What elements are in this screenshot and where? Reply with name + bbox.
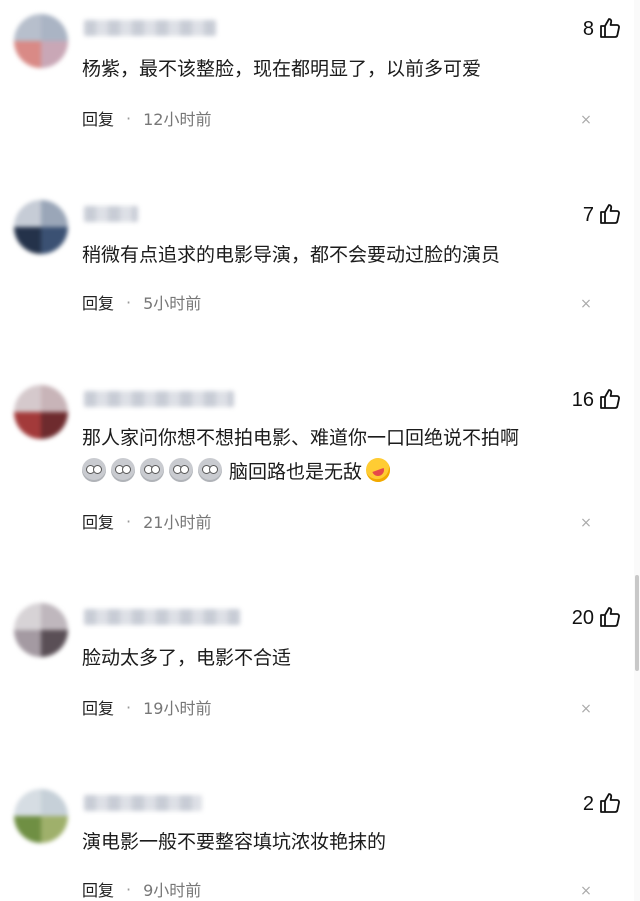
comment-meta: 回复 · 5小时前 [82,290,201,314]
close-icon[interactable]: × [578,701,594,717]
comment-text: 演电影一般不要整容填坑浓妆艳抹的 [82,831,387,853]
avatar[interactable] [14,200,68,254]
comment-meta: 回复 · 9小时前 [82,877,201,901]
username-blurred[interactable] [84,391,234,407]
comment-meta: 回复 · 12小时前 [82,106,211,130]
timestamp: 21小时前 [143,513,212,532]
timestamp: 5小时前 [143,294,202,313]
username-blurred[interactable] [84,795,202,811]
close-icon[interactable]: × [578,296,594,312]
separator: · [126,879,132,899]
avatar[interactable] [14,789,68,843]
close-icon[interactable]: × [578,112,594,128]
reply-button[interactable]: 回复 [82,290,114,314]
separator: · [126,108,132,128]
close-icon[interactable]: × [578,515,594,531]
reply-button[interactable]: 回复 [82,106,114,130]
laugh-cry-icon [362,454,394,486]
emoji-face-icon [140,458,164,482]
like-count: 8 [582,18,594,40]
separator: · [126,511,132,531]
username-blurred[interactable] [84,609,240,625]
comment-text: 稍微有点追求的电影导演，都不会要动过脸的演员 [82,244,501,266]
emoji-row: 脑回路也是无敌 [82,454,394,486]
like-count: 2 [582,793,594,815]
timestamp: 9小时前 [143,881,202,900]
emoji-face-icon [169,458,193,482]
separator: · [126,292,132,312]
reply-button[interactable]: 回复 [82,877,114,901]
emoji-face-icon [111,458,135,482]
avatar[interactable] [14,603,68,657]
like-count: 7 [582,204,594,226]
thumbs-up-icon[interactable] [598,16,622,40]
thumbs-up-icon[interactable] [598,387,622,411]
thumbs-up-icon[interactable] [598,605,622,629]
timestamp: 12小时前 [143,110,212,129]
like-count: 20 [571,607,594,629]
reply-button[interactable]: 回复 [82,695,114,719]
username-blurred[interactable] [84,206,138,222]
avatar[interactable] [14,14,68,68]
timestamp: 19小时前 [143,699,212,718]
comment-meta: 回复 · 21小时前 [82,509,211,533]
close-icon[interactable]: × [578,883,594,899]
username-blurred[interactable] [84,20,216,36]
comment-text: 杨紫，最不该整脸，现在都明显了，以前多可爱 [82,58,482,80]
thumbs-up-icon[interactable] [598,791,622,815]
scrollbar[interactable] [634,0,640,901]
avatar[interactable] [14,385,68,439]
thumbs-up-icon[interactable] [598,202,622,226]
separator: · [126,697,132,717]
emoji-face-icon [198,458,222,482]
emoji-face-icon [82,458,106,482]
scrollbar-thumb[interactable] [635,575,639,671]
comment-text: 那人家问你想不想拍电影、难道你一口回绝说不拍啊 [82,427,520,449]
like-count: 16 [571,389,594,411]
comment-text: 脸动太多了，电影不合适 [82,647,292,669]
reply-button[interactable]: 回复 [82,509,114,533]
comment-meta: 回复 · 19小时前 [82,695,211,719]
comment-text-continued: 脑回路也是无敌 [229,460,363,483]
